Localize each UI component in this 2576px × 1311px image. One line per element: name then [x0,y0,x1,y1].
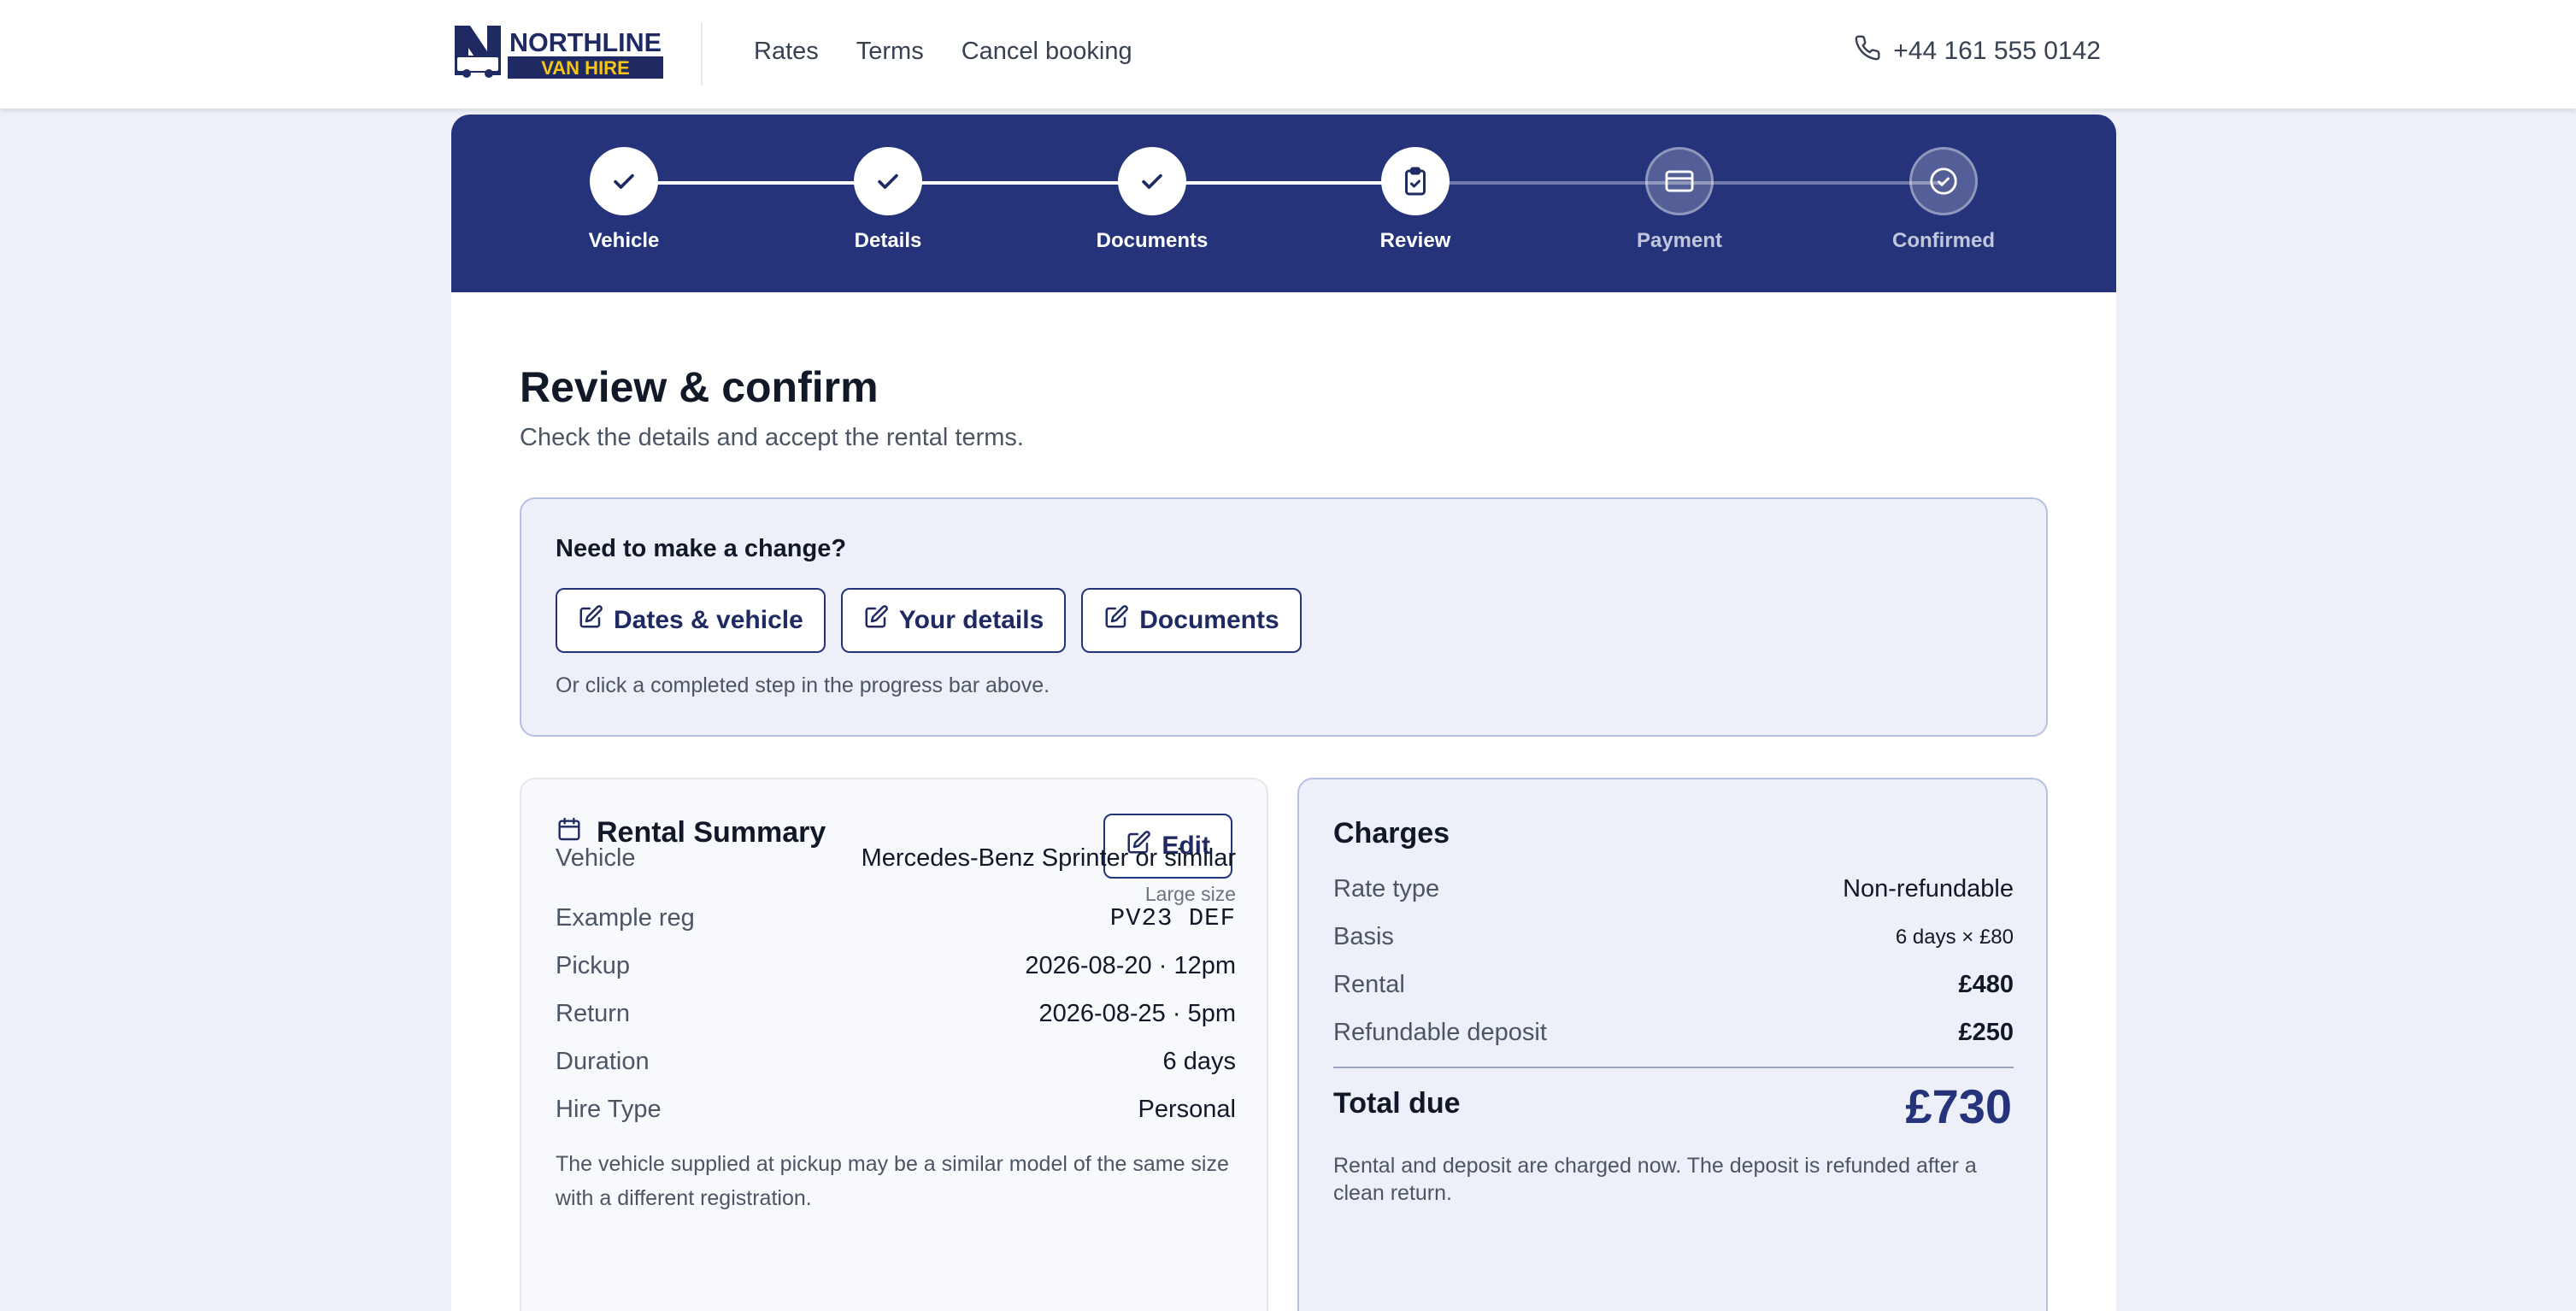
summary-row-vehicle: Vehicle Mercedes-Benz Sprinter or simila… [556,844,1236,906]
step-label: Details [854,229,922,252]
row-value: 6 days [1162,1048,1236,1075]
row-value: 2026-08-20 · 12pm [1025,952,1236,979]
vehicle-model: Mercedes-Benz Sprinter or similar [861,844,1236,872]
progress-stepper: Vehicle Details Documents Review Payment… [451,115,2116,292]
step-label: Confirmed [1892,229,1995,252]
row-key: Vehicle [556,844,636,872]
button-label: Documents [1139,606,1279,634]
change-panel: Need to make a change? Dates & vehicle Y… [520,497,2048,737]
summary-row-return: Return 2026-08-25 · 5pm [556,1000,1236,1028]
change-button-group: Dates & vehicle Your details Documents [556,588,1302,653]
svg-text:VAN HIRE: VAN HIRE [541,57,630,79]
edit-icon [578,604,603,637]
charges-divider [1333,1067,2014,1068]
svg-text:NORTHLINE: NORTHLINE [509,27,662,57]
step-label: Review [1379,229,1451,252]
step-details[interactable]: Details [803,147,973,253]
northline-logo[interactable]: NORTHLINE VAN HIRE [453,22,665,82]
check-icon [590,147,658,215]
check-icon [854,147,922,215]
nav-rates[interactable]: Rates [754,38,819,66]
step-vehicle[interactable]: Vehicle [538,147,709,253]
row-key: Refundable deposit [1333,1019,1547,1046]
row-key: Duration [556,1048,650,1075]
summary-row-example-reg: Example reg PV23 DEF [556,904,1236,932]
row-key: Hire Type [556,1096,662,1123]
edit-icon [863,604,889,637]
row-value: Mercedes-Benz Sprinter or similar Large … [862,844,1236,906]
summary-row-pickup: Pickup 2026-08-20 · 12pm [556,952,1236,980]
change-panel-title: Need to make a change? [556,535,847,562]
check-icon [1118,147,1186,215]
charges-panel: Charges Rate type Non-refundable Basis 6… [1297,778,2048,1311]
edit-icon [1103,604,1129,637]
row-value: £250 [1958,1019,2014,1046]
step-confirmed: Confirmed [1858,147,2029,253]
row-value: 2026-08-25 · 5pm [1038,1000,1236,1027]
rental-summary-panel: Rental Summary Edit Vehicle Mercedes-Ben… [520,778,1268,1311]
step-label: Payment [1636,229,1723,252]
step-documents[interactable]: Documents [1067,147,1238,253]
top-navigation-bar: NORTHLINE VAN HIRE Rates Terms Cancel bo… [0,0,2576,109]
charges-row-deposit: Refundable deposit £250 [1333,1019,2014,1047]
credit-card-icon [1645,147,1714,215]
step-label: Documents [1096,229,1209,252]
row-value: Personal [1138,1096,1236,1123]
phone-link[interactable]: +44 161 555 0142 [1854,34,2101,68]
row-value: 6 days × £80 [1895,925,2014,949]
phone-number: +44 161 555 0142 [1893,37,2101,65]
summary-row-duration: Duration 6 days [556,1048,1236,1076]
row-key: Rental [1333,971,1405,998]
booking-card: Vehicle Details Documents Review Payment… [451,115,2116,1311]
row-key: Rate type [1333,875,1440,902]
charges-row-rate-type: Rate type Non-refundable [1333,875,2014,903]
edit-your-details-button[interactable]: Your details [840,588,1067,653]
row-value: £480 [1958,971,2014,998]
charges-note: Rental and deposit are charged now. The … [1333,1154,1977,1205]
nav-terms[interactable]: Terms [856,38,924,66]
progress-line-complete [624,181,1415,185]
change-panel-note: Or click a completed step in the progres… [556,673,1050,697]
registration-plate: PV23 DEF [1109,904,1236,932]
page-title: Review & confirm [520,363,879,411]
row-value: Non-refundable [1843,875,2014,902]
charges-row-basis: Basis 6 days × £80 [1333,923,2014,951]
page-subtitle: Check the details and accept the rental … [520,424,1024,451]
row-key: Example reg [556,904,695,932]
step-review: Review [1330,147,1501,253]
nav-cancel-booking[interactable]: Cancel booking [962,38,1132,66]
step-payment: Payment [1594,147,1765,253]
step-label: Vehicle [588,229,660,252]
clipboard-check-icon [1381,147,1450,215]
charges-title: Charges [1333,817,1450,850]
button-label: Dates & vehicle [614,606,803,634]
summary-note: The vehicle supplied at pickup may be a … [556,1152,1229,1210]
vehicle-size: Large size [1144,883,1236,905]
phone-icon [1854,34,1881,68]
edit-documents-button[interactable]: Documents [1081,588,1302,653]
charges-row-rental: Rental £480 [1333,971,2014,999]
button-label: Your details [898,606,1044,634]
row-key: Return [556,1000,631,1027]
summary-row-hire-type: Hire Type Personal [556,1096,1236,1124]
total-due-label: Total due [1333,1087,1461,1120]
main-nav: Rates Terms Cancel booking [754,38,1132,66]
edit-dates-vehicle-button[interactable]: Dates & vehicle [556,588,826,653]
row-key: Basis [1333,923,1394,950]
check-circle-icon [1909,147,1978,215]
total-due-value: £730 [1905,1079,2012,1133]
header-divider [701,22,703,85]
row-key: Pickup [556,952,631,979]
